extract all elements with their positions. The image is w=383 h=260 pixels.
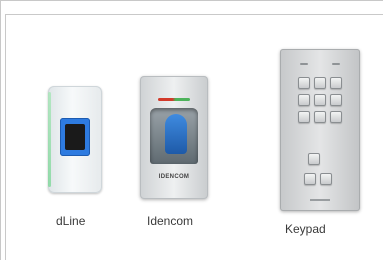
dline-sensor-window xyxy=(65,124,85,150)
keypad-key xyxy=(298,111,310,123)
keypad-key xyxy=(330,94,342,106)
dline-label[interactable]: dLine xyxy=(56,214,85,228)
keypad-led xyxy=(332,63,340,65)
keypad-image[interactable] xyxy=(280,49,360,211)
keypad-key xyxy=(314,111,326,123)
keypad-key xyxy=(298,94,310,106)
keypad-label[interactable]: Keypad xyxy=(285,222,326,236)
dline-reader-image[interactable] xyxy=(48,86,102,193)
keypad-key-grid xyxy=(298,77,344,123)
keypad-led xyxy=(300,63,308,65)
keypad-key xyxy=(314,77,326,89)
keypad-key xyxy=(308,153,320,165)
idencom-fingerprint-sensor xyxy=(165,114,187,154)
idencom-sensor-housing xyxy=(150,108,198,164)
idencom-label[interactable]: Idencom xyxy=(147,214,193,228)
dline-fingerprint-sensor xyxy=(60,118,90,156)
keypad-indicator-leds xyxy=(300,63,340,65)
keypad-key xyxy=(298,77,310,89)
idencom-brand-logo: IDENCOM xyxy=(158,174,190,180)
keypad-key-row xyxy=(304,173,332,185)
keypad-key xyxy=(330,77,342,89)
keypad-brand-mark xyxy=(280,199,360,202)
keypad-key xyxy=(330,111,342,123)
idencom-status-leds xyxy=(158,98,190,101)
keypad-key xyxy=(320,173,332,185)
idencom-reader-image[interactable]: IDENCOM xyxy=(140,76,208,199)
keypad-key xyxy=(314,94,326,106)
keypad-key xyxy=(304,173,316,185)
